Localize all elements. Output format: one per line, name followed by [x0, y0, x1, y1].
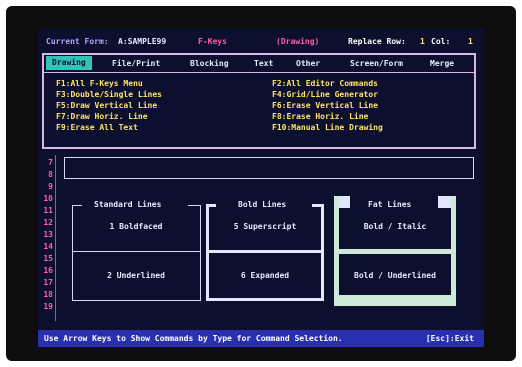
help-bar: Use Arrow Keys to Show Commands by Type … — [38, 330, 484, 347]
line-number: 18 — [43, 290, 53, 299]
cell-boldfaced: 1 Boldfaced — [109, 222, 163, 231]
std-frame-top-left — [72, 205, 82, 206]
cell-superscript: 5 Superscript — [233, 222, 297, 231]
menu-item-screen-form[interactable]: Screen/Form — [350, 59, 403, 69]
std-frame-right — [200, 205, 201, 301]
menu-bar: Drawing File/Print Blocking Text Other S… — [44, 55, 474, 70]
replace-row-label: Replace Row: — [348, 37, 406, 46]
command-menu-panel: Drawing File/Print Blocking Text Other S… — [42, 53, 476, 149]
menu-item-blocking[interactable]: Blocking — [190, 59, 229, 69]
command-f8[interactable]: F8:Erase Horiz. Line — [272, 112, 368, 122]
command-f4[interactable]: F4:Grid/Line Generator — [272, 90, 378, 100]
header-fat-lines: Fat Lines — [368, 200, 412, 209]
menu-item-drawing[interactable]: Drawing — [46, 56, 92, 70]
command-f9[interactable]: F9:Erase All Text — [56, 123, 138, 133]
line-number: 10 — [43, 194, 53, 203]
terminal-screen: Current Form: A:SAMPLE99 F-Keys (Drawing… — [38, 29, 484, 347]
std-frame-top-right — [188, 205, 200, 206]
fkeys-indicator: F-Keys — [198, 37, 227, 46]
line-number: 7 — [48, 158, 53, 167]
row-value: 1 — [420, 37, 425, 46]
command-f7[interactable]: F7:Draw Horiz. Line — [56, 112, 148, 122]
command-f2[interactable]: F2:All Editor Commands — [272, 79, 378, 89]
fat-row-divider — [334, 249, 456, 254]
line-number: 8 — [48, 170, 53, 179]
line-number: 17 — [43, 278, 53, 287]
draw-line-right-top — [473, 157, 474, 179]
std-frame-bottom — [72, 300, 200, 301]
draw-line-top — [64, 157, 474, 158]
command-f3[interactable]: F3:Double/Single Lines — [56, 90, 162, 100]
line-number: 11 — [43, 206, 53, 215]
fat-frame-bottom — [334, 295, 456, 306]
std-frame-left — [72, 205, 73, 301]
col-label: Col: — [431, 37, 451, 46]
current-form-value: A:SAMPLE99 — [118, 37, 167, 46]
cell-underlined: 2 Underlined — [107, 271, 165, 280]
header-bold-lines: Bold Lines — [238, 200, 287, 209]
cell-bold-underlined: Bold / Underlined — [354, 271, 436, 280]
help-hint: Use Arrow Keys to Show Commands by Type … — [44, 334, 343, 343]
line-number: 19 — [43, 302, 53, 311]
command-f10[interactable]: F10:Manual Line Drawing — [272, 123, 383, 133]
line-number: 12 — [43, 218, 53, 227]
esc-exit-key[interactable]: [Esc]:Exit — [426, 334, 474, 344]
header-standard-lines: Standard Lines — [94, 200, 162, 209]
bold-frame-bottom — [206, 298, 324, 301]
line-number: 16 — [43, 266, 53, 275]
bold-row-divider — [206, 250, 324, 253]
command-f5[interactable]: F5:Draw Vertical Line — [56, 101, 157, 111]
current-form-label: Current Form: — [46, 37, 109, 46]
col-value: 1 — [468, 37, 473, 46]
mode-indicator: (Drawing) — [276, 37, 320, 46]
draw-line-top-bottom — [64, 178, 474, 179]
menu-item-other[interactable]: Other — [296, 59, 320, 69]
menu-item-text[interactable]: Text — [254, 59, 273, 69]
menu-item-file-print[interactable]: File/Print — [112, 59, 160, 69]
menu-item-merge[interactable]: Merge — [430, 59, 454, 69]
command-f6[interactable]: F6:Erase Vertical Line — [272, 101, 378, 111]
line-number: 13 — [43, 230, 53, 239]
std-row-divider — [72, 251, 200, 252]
cell-bold-italic: Bold / Italic — [363, 222, 427, 231]
line-number: 15 — [43, 254, 53, 263]
draw-line-left-top — [64, 157, 65, 179]
command-f1[interactable]: F1:All F-Keys Menu — [56, 79, 143, 89]
status-line: Current Form: A:SAMPLE99 F-Keys (Drawing… — [46, 37, 476, 49]
line-number: 9 — [48, 182, 53, 191]
cell-expanded: 6 Expanded — [240, 271, 290, 280]
line-number: 14 — [43, 242, 53, 251]
gutter-divider — [55, 155, 56, 321]
menu-divider — [44, 72, 474, 73]
